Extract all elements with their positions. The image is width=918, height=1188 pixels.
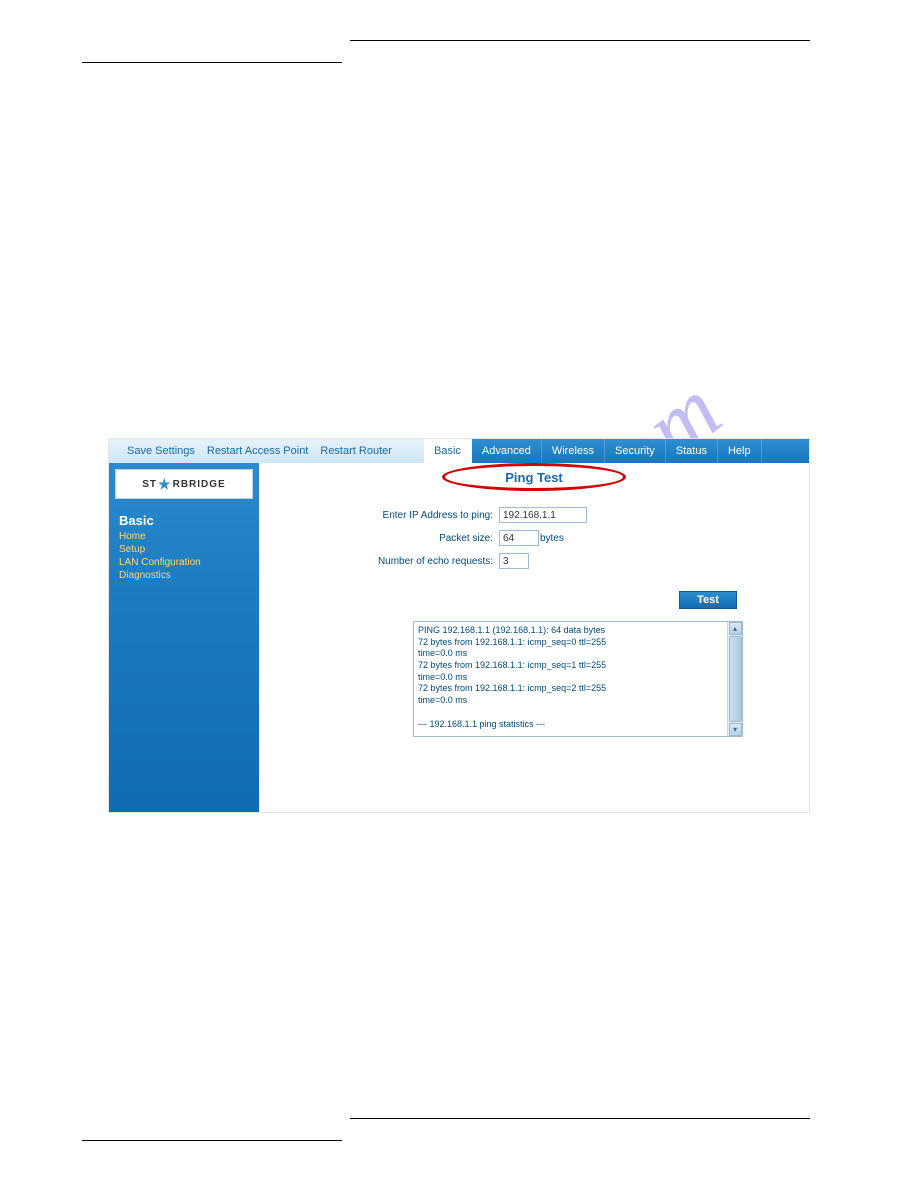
divider-top-right [350, 40, 810, 41]
scroll-up-icon[interactable]: ▴ [729, 622, 742, 635]
output-scrollbar[interactable]: ▴ ▾ [727, 622, 742, 736]
scroll-thumb[interactable] [729, 636, 742, 722]
top-toolbar: Save Settings Restart Access Point Resta… [109, 439, 809, 463]
annotation-circle [442, 463, 626, 491]
ping-output-text: PING 192.168.1.1 (192.168.1.1): 64 data … [414, 622, 727, 736]
sidebar-item-lan[interactable]: LAN Configuration [109, 556, 259, 569]
sidebar-section-title: Basic [109, 503, 259, 530]
sidebar: ST★RBRIDGE Basic Home Setup LAN Configur… [109, 463, 259, 812]
logo-right-text: RBRIDGE [173, 479, 226, 490]
restart-ap-link[interactable]: Restart Access Point [207, 445, 309, 457]
tab-basic[interactable]: Basic [424, 439, 472, 463]
ping-output-box: PING 192.168.1.1 (192.168.1.1): 64 data … [413, 621, 743, 737]
packet-size-input[interactable] [499, 530, 539, 546]
main-tabs: Basic Advanced Wireless Security Status … [424, 439, 809, 463]
brand-logo: ST★RBRIDGE [115, 469, 253, 499]
page-title-wrap: Ping Test [454, 469, 614, 487]
bytes-unit-label: bytes [540, 533, 564, 544]
sidebar-item-home[interactable]: Home [109, 530, 259, 543]
content-area: Ping Test Enter IP Address to ping: Pack… [259, 463, 809, 812]
echo-requests-label: Number of echo requests: [259, 556, 499, 567]
packet-size-label: Packet size: [259, 533, 499, 544]
scroll-down-icon[interactable]: ▾ [729, 723, 742, 736]
logo-left-text: ST [142, 479, 157, 490]
star-icon: ★ [158, 476, 172, 493]
ping-form: Enter IP Address to ping: Packet size: b… [259, 507, 809, 569]
tab-wireless[interactable]: Wireless [542, 439, 605, 463]
sidebar-item-diagnostics[interactable]: Diagnostics [109, 569, 259, 582]
ip-address-label: Enter IP Address to ping: [259, 510, 499, 521]
save-settings-link[interactable]: Save Settings [127, 445, 195, 457]
divider-bottom-right [350, 1118, 810, 1119]
tab-security[interactable]: Security [605, 439, 666, 463]
tab-advanced[interactable]: Advanced [472, 439, 542, 463]
divider-bottom-left [82, 1140, 342, 1141]
router-admin-screenshot: Save Settings Restart Access Point Resta… [108, 438, 810, 813]
tab-status[interactable]: Status [666, 439, 718, 463]
tab-help[interactable]: Help [718, 439, 762, 463]
divider-top-left [82, 62, 342, 63]
toolbar-actions: Save Settings Restart Access Point Resta… [109, 439, 424, 463]
sidebar-item-setup[interactable]: Setup [109, 543, 259, 556]
restart-router-link[interactable]: Restart Router [320, 445, 392, 457]
test-button[interactable]: Test [679, 591, 737, 609]
echo-requests-input[interactable] [499, 553, 529, 569]
ip-address-input[interactable] [499, 507, 587, 523]
